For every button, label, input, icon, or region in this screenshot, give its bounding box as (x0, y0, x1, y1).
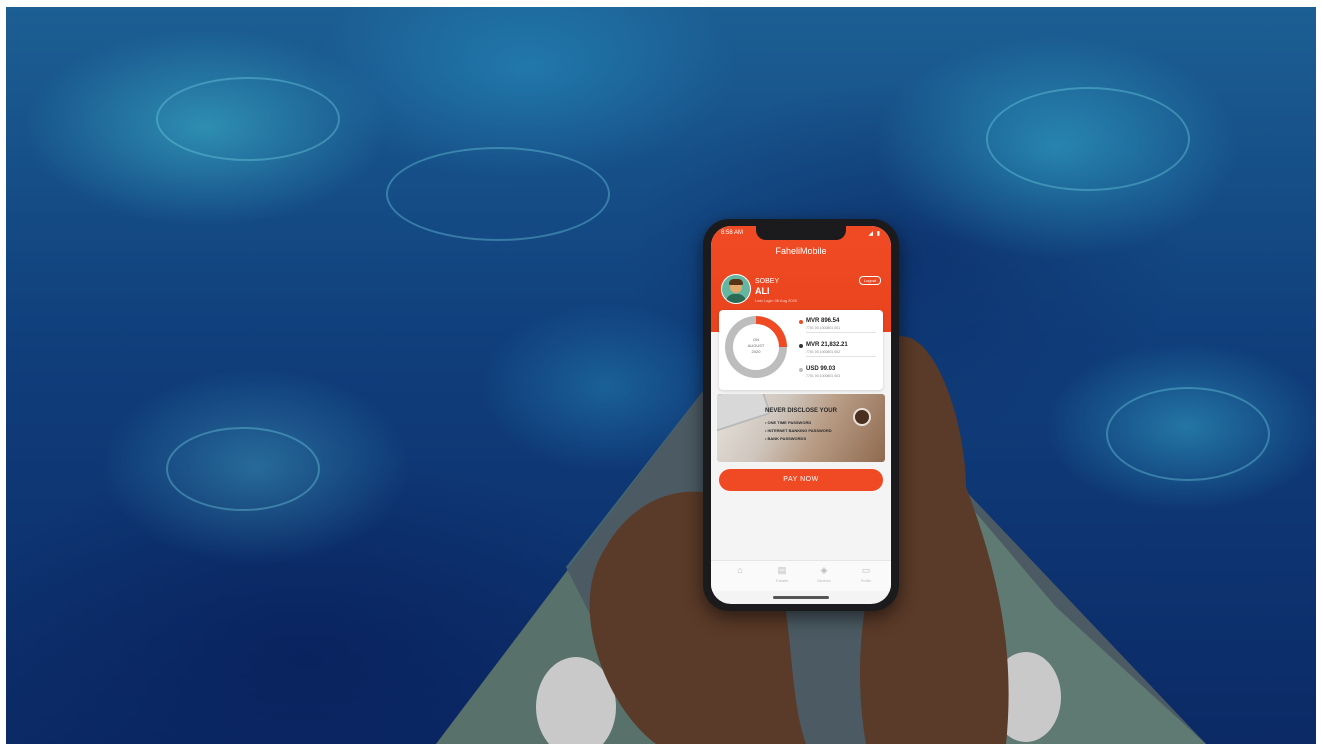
account-number: 7701 00 1000801 001 (806, 326, 841, 330)
tab-label: Transfer (775, 579, 789, 583)
account-amount: MVR 21,832.21 (806, 342, 848, 348)
smartphone: 8:58 AM ◢ ▮ FaheliMobile SOBEY ALI Last … (703, 219, 899, 611)
logout-button[interactable]: Logout (859, 276, 881, 285)
phone-notch (756, 226, 846, 240)
home-indicator[interactable] (773, 596, 829, 599)
avatar-hair (729, 279, 743, 285)
summary-line: ON (753, 337, 759, 342)
status-time: 8:58 AM (721, 230, 744, 236)
laptop-image (717, 394, 772, 433)
account-color-dot (799, 320, 803, 324)
summary-line: AUGUST (747, 343, 765, 348)
status-icons: ◢ ▮ (868, 231, 881, 237)
tab-label: Services (817, 579, 831, 583)
app-title: FaheliMobile (775, 246, 827, 256)
avatar-body (726, 294, 746, 303)
account-number: 7701 00 1000801 002 (806, 350, 841, 354)
account-color-dot (799, 344, 803, 348)
summary-line: 2020 (751, 349, 761, 354)
phone-screen: 8:58 AM ◢ ▮ FaheliMobile SOBEY ALI Last … (711, 226, 891, 604)
user-first-name: SOBEY (755, 278, 780, 285)
ring-center: ON AUGUST 2020 (733, 324, 779, 370)
account-number: 7701 00 1000801 003 (806, 374, 841, 378)
tab-profile[interactable]: ▭ Profile (851, 565, 881, 583)
security-banner[interactable]: NEVER DISCLOSE YOUR • ONE TIME PASSWORD … (717, 394, 885, 462)
banner-item: • INTERNET BANKING PASSWORD (765, 428, 832, 433)
bottom-tab-bar: ⌂ ▤ Transfer ◈ Services ▭ Profile (711, 560, 891, 591)
pay-now-button[interactable]: PAY NOW (719, 469, 883, 491)
banner-item: • ONE TIME PASSWORD (765, 420, 812, 425)
divider (806, 332, 876, 333)
tab-home[interactable]: ⌂ (725, 565, 755, 578)
boat-bow (436, 336, 1206, 744)
banner-item: • BANK PASSWORDS (765, 436, 807, 441)
home-icon: ⌂ (737, 565, 743, 575)
tab-services[interactable]: ◈ Services (809, 565, 839, 583)
tab-transfer[interactable]: ▤ Transfer (767, 565, 797, 583)
balance-ring-chart: ON AUGUST 2020 (725, 316, 787, 378)
banner-title: NEVER DISCLOSE YOUR (765, 408, 837, 414)
card-icon: ▤ (777, 565, 787, 575)
account-color-dot (799, 368, 803, 372)
wallet-icon: ▭ (861, 565, 871, 575)
tag-icon: ◈ (820, 565, 828, 575)
coffee-cup-image (853, 408, 871, 426)
balance-card: ON AUGUST 2020 MVR 896.54 7701 00 100080… (719, 310, 883, 390)
divider (806, 356, 876, 357)
account-amount: USD 99.03 (806, 366, 836, 372)
account-amount: MVR 896.54 (806, 318, 840, 324)
user-last-name: ALI (755, 286, 770, 296)
avatar[interactable] (721, 274, 751, 304)
tab-label: Profile (861, 579, 871, 583)
last-login-text: Last Login 06 Aug 2020 (755, 298, 798, 303)
ocean-photo-background: 8:58 AM ◢ ▮ FaheliMobile SOBEY ALI Last … (6, 7, 1316, 744)
